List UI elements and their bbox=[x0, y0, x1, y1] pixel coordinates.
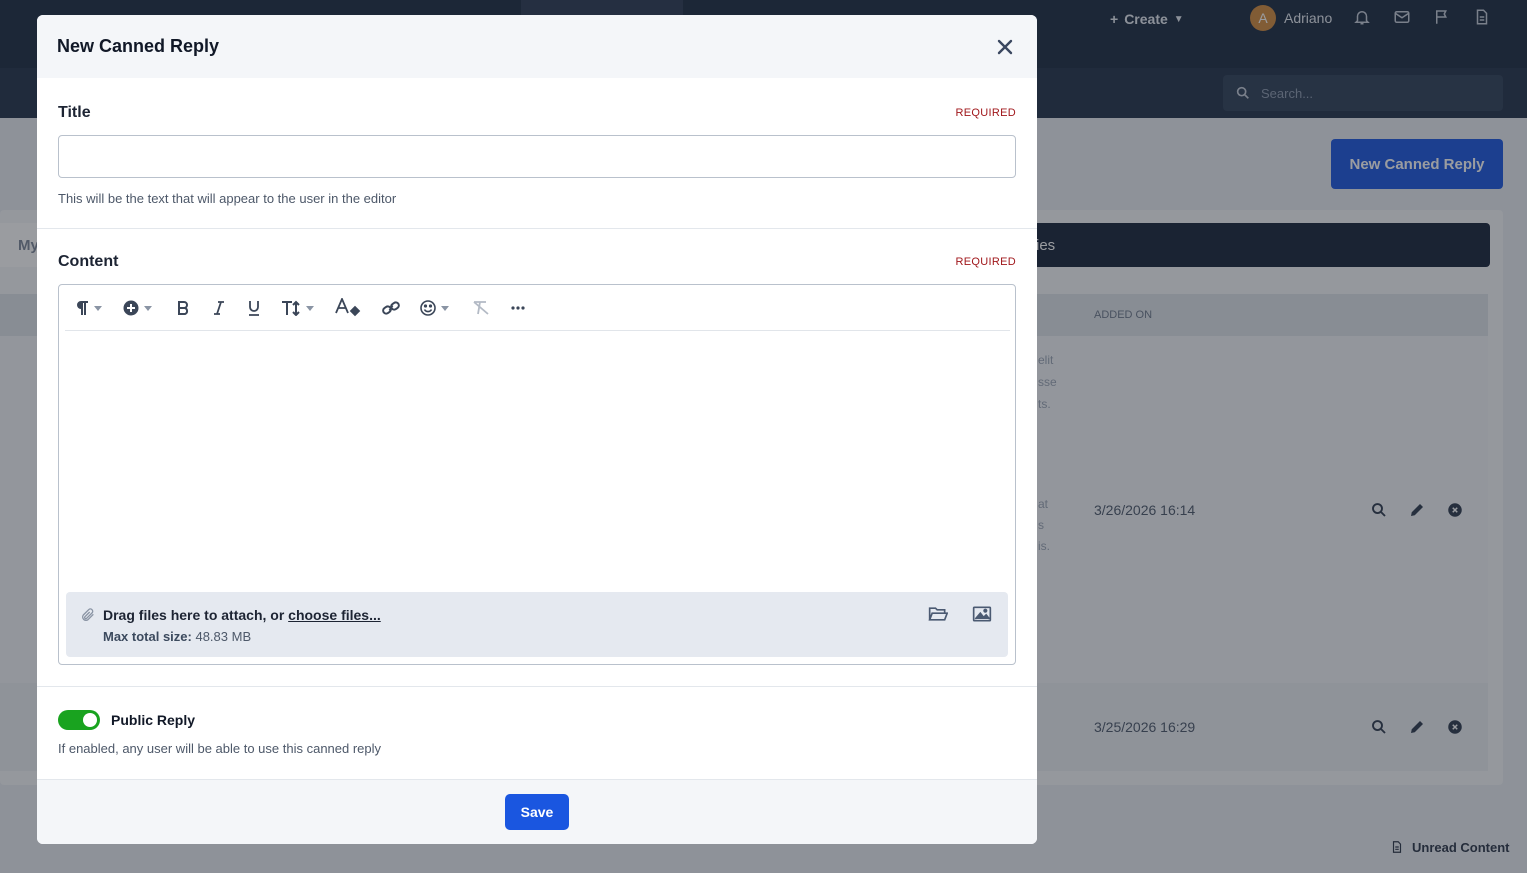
public-reply-hint: If enabled, any user will be able to use… bbox=[58, 741, 382, 756]
paragraph-format-button[interactable] bbox=[75, 297, 102, 319]
bold-icon bbox=[178, 301, 189, 315]
clear-formatting-button[interactable] bbox=[472, 297, 490, 319]
modal-title: New Canned Reply bbox=[57, 36, 220, 56]
public-reply-toggle[interactable] bbox=[58, 710, 100, 730]
image-icon[interactable] bbox=[972, 605, 992, 625]
underline-button[interactable] bbox=[247, 297, 261, 319]
new-canned-reply-modal: New Canned Reply Title REQUIRED This wil… bbox=[37, 15, 1037, 844]
toggle-knob bbox=[83, 713, 97, 727]
attach-instructions: Drag files here to attach, or choose fil… bbox=[103, 607, 381, 623]
link-icon bbox=[382, 301, 400, 315]
editor-toolbar bbox=[65, 285, 1010, 331]
modal-footer: Save bbox=[37, 779, 1037, 844]
italic-button[interactable] bbox=[212, 297, 226, 319]
more-button[interactable] bbox=[511, 297, 525, 319]
title-label: Title bbox=[58, 104, 91, 121]
save-button[interactable]: Save bbox=[505, 794, 569, 830]
link-button[interactable] bbox=[382, 297, 400, 319]
choose-files-link[interactable]: choose files... bbox=[288, 607, 381, 623]
close-icon bbox=[997, 39, 1013, 54]
public-reply-section: Public Reply If enabled, any user will b… bbox=[37, 687, 1037, 756]
editor-content-area[interactable] bbox=[65, 332, 1010, 590]
text-color-icon bbox=[335, 298, 361, 317]
title-section: Title REQUIRED This will be the text tha… bbox=[37, 78, 1037, 228]
emoji-icon bbox=[420, 300, 436, 316]
clear-formatting-icon bbox=[473, 301, 489, 315]
italic-icon bbox=[214, 301, 224, 315]
folder-open-icon[interactable] bbox=[928, 605, 949, 625]
required-badge: REQUIRED bbox=[955, 107, 1016, 119]
max-size-info: Max total size: 48.83 MB bbox=[103, 629, 252, 644]
font-size-button[interactable] bbox=[281, 297, 314, 319]
paperclip-icon bbox=[80, 607, 96, 623]
content-label: Content bbox=[58, 253, 119, 270]
text-color-button[interactable] bbox=[335, 297, 361, 319]
title-hint: This will be the text that will appear t… bbox=[58, 191, 397, 206]
public-reply-label: Public Reply bbox=[111, 712, 196, 728]
insert-icon bbox=[123, 300, 139, 316]
title-input[interactable] bbox=[58, 135, 1016, 178]
insert-button[interactable] bbox=[123, 297, 152, 319]
close-button[interactable] bbox=[993, 35, 1017, 59]
content-section: Content REQUIRED Drag files here to atta… bbox=[37, 229, 1037, 686]
modal-header: New Canned Reply bbox=[37, 15, 1037, 78]
font-size-icon bbox=[282, 300, 300, 316]
required-badge: REQUIRED bbox=[955, 256, 1016, 268]
underline-icon bbox=[249, 301, 259, 316]
attachment-dropzone[interactable]: Drag files here to attach, or choose fil… bbox=[66, 592, 1008, 657]
rich-text-editor: Drag files here to attach, or choose fil… bbox=[58, 284, 1016, 665]
emoji-button[interactable] bbox=[420, 297, 449, 319]
more-icon bbox=[511, 306, 525, 310]
paragraph-format-icon bbox=[77, 301, 88, 315]
bold-button[interactable] bbox=[176, 297, 190, 319]
